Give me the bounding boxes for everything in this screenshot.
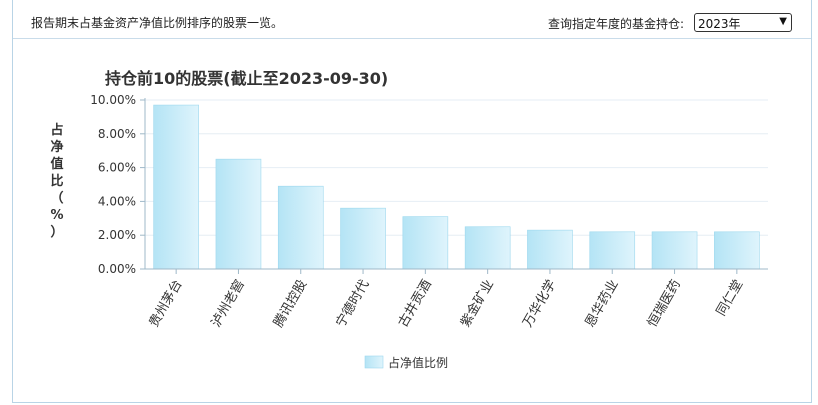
- y-axis-label-char: %: [50, 208, 63, 223]
- y-tick-label: 2.00%: [98, 228, 136, 242]
- y-tick-label: 8.00%: [98, 127, 136, 141]
- bar[interactable]: [589, 231, 636, 270]
- y-axis-label-char: 占: [50, 122, 63, 138]
- bar[interactable]: [527, 229, 573, 270]
- holdings-panel: 报告期末占基金资产净值比例排序的股票一览。 查询指定年度的基金持仓: 2023年…: [12, 0, 812, 403]
- y-axis-label-char: 值: [50, 156, 63, 172]
- chevron-down-icon: ▼: [779, 16, 787, 27]
- y-tick-label: 6.00%: [98, 161, 136, 175]
- bar[interactable]: [215, 158, 262, 270]
- bar[interactable]: [153, 104, 199, 270]
- year-select-value: 2023年: [698, 17, 741, 31]
- holdings-chart: 持仓前10的股票(截止至2023-09-30) 占净值比（%） 0.00% 2.0…: [13, 38, 811, 400]
- bars: [153, 104, 760, 270]
- y-tick-label: 0.00%: [98, 262, 136, 276]
- y-axis-label-char: ）: [50, 224, 63, 240]
- x-tick-label: 恒瑞医药: [645, 278, 684, 331]
- x-tick-labels: 贵州茅台 泸州老窖 腾讯控股 宁德时代 古井贡酒 紫金矿业 万华化学 恩华药业 恒瑞医药 同仁堂: [147, 269, 746, 331]
- legend-label: 占净值比例: [388, 355, 448, 370]
- x-tick-label: 宁德时代: [333, 277, 373, 330]
- x-tick-label: 贵州茅台: [147, 278, 186, 331]
- bar[interactable]: [714, 231, 760, 270]
- bar[interactable]: [464, 226, 511, 270]
- bar[interactable]: [340, 207, 386, 270]
- bar[interactable]: [402, 216, 449, 270]
- bar[interactable]: [651, 231, 698, 270]
- y-tick-labels: 0.00% 2.00% 4.00% 6.00% 8.00% 10.00%: [90, 93, 136, 276]
- year-select[interactable]: 2023年 ▼: [694, 13, 792, 32]
- chart-title: 持仓前10的股票(截止至2023-09-30): [105, 69, 388, 88]
- panel-description: 报告期末占基金资产净值比例排序的股票一览。: [31, 16, 284, 30]
- x-tick-label: 紫金矿业: [457, 277, 497, 330]
- x-tick-label: 腾讯控股: [270, 277, 310, 330]
- x-tick-label: 同仁堂: [714, 278, 746, 319]
- bar[interactable]: [277, 185, 324, 270]
- legend[interactable]: 占净值比例: [364, 355, 448, 370]
- panel-header: 报告期末占基金资产净值比例排序的股票一览。 查询指定年度的基金持仓: 2023年…: [13, 0, 811, 39]
- y-axis-label-char: （: [50, 190, 63, 206]
- y-axis-label: 占净值比（%）: [50, 122, 63, 240]
- y-axis-label-char: 净: [50, 139, 63, 155]
- y-tick-label: 4.00%: [98, 194, 136, 208]
- chart-svg: 持仓前10的股票(截止至2023-09-30) 占净值比（%） 0.00% 2.0…: [50, 69, 768, 370]
- year-query-label: 查询指定年度的基金持仓:: [548, 17, 685, 31]
- y-axis-label-char: 比: [50, 173, 63, 189]
- x-tick-label: 泸州老窖: [208, 277, 248, 330]
- x-tick-label: 恩华药业: [583, 278, 622, 331]
- x-tick-label: 万华化学: [520, 277, 560, 330]
- legend-swatch: [364, 355, 384, 369]
- x-tick-label: 古井贡酒: [396, 278, 435, 331]
- y-tick-label: 10.00%: [90, 93, 136, 107]
